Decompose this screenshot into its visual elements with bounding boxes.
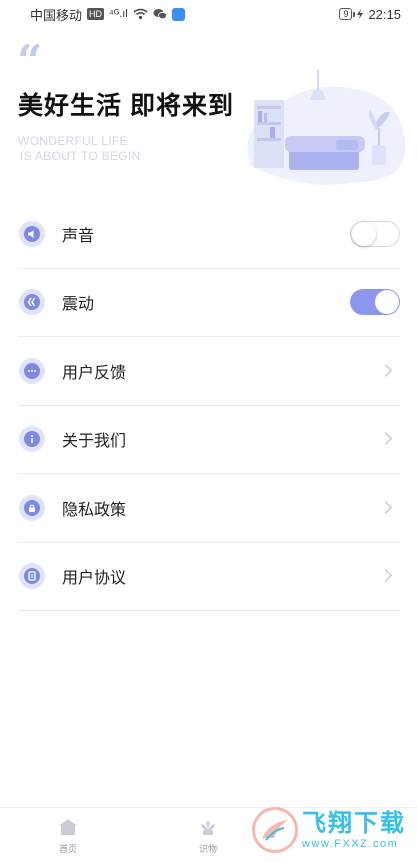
battery-cap <box>353 11 356 17</box>
nav-label-identify: 识物 <box>198 844 217 854</box>
hd-icon: HD <box>87 8 105 20</box>
vibration-toggle-knob <box>375 290 399 315</box>
watermark-url: www.FXXZ.com <box>302 838 399 850</box>
status-time: 22:15 <box>368 6 401 22</box>
watermark-text: 飞翔下载 www.FXXZ.com <box>302 810 406 850</box>
agreement-icon <box>19 563 45 590</box>
feedback-icon <box>19 357 45 384</box>
settings-row-vibration[interactable]: 震动 <box>18 269 400 337</box>
settings-row-sound[interactable]: 声音 <box>18 200 400 269</box>
nav-label-home: 首页 <box>58 844 77 854</box>
chevron-right-icon <box>379 500 392 514</box>
status-bar: 中国移动 HD ⁴ᴳ.ıl 9 22:15 <box>0 0 417 28</box>
wifi-icon <box>133 8 148 20</box>
hero-title: 美好生活 即将来到 <box>18 92 234 120</box>
vibration-label: 震动 <box>62 296 95 314</box>
hero-subtitle-line2: IS ABOUT TO BEGIN <box>20 149 141 163</box>
nav-item-home[interactable]: 首页 <box>38 816 98 855</box>
sound-toggle[interactable] <box>350 220 400 247</box>
watermark-logo <box>252 807 298 853</box>
battery-level: 9 <box>343 9 349 19</box>
hero-banner: “ 美好生活 即将来到 WONDERFUL LIFE IS ABOUT TO B… <box>0 28 417 198</box>
chevron-right-icon <box>379 363 392 377</box>
vibration-toggle[interactable] <box>350 289 400 316</box>
privacy-icon <box>19 494 45 521</box>
status-left: 中国移动 HD ⁴ᴳ.ıl <box>30 5 185 24</box>
home-icon <box>57 816 79 838</box>
battery-icon: 9 <box>339 8 353 20</box>
sound-toggle-knob <box>352 221 376 246</box>
settings-row-privacy[interactable]: 隐私政策 <box>18 474 400 543</box>
status-right: 9 22:15 <box>339 7 401 22</box>
app-notification-icon <box>171 7 185 21</box>
about-label: 关于我们 <box>62 433 127 451</box>
watermark-brand: 飞翔下载 <box>302 810 406 837</box>
sound-icon <box>19 220 45 247</box>
settings-list: 声音 震动 用户反馈 关于我们 隐私政策 用户协议 <box>18 200 400 611</box>
privacy-label: 隐私政策 <box>62 501 127 519</box>
carrier-name: 中国移动 <box>30 7 83 23</box>
vibration-icon <box>19 289 45 316</box>
sound-label: 声音 <box>62 227 95 245</box>
hero-subtitle: WONDERFUL LIFE IS ABOUT TO BEGIN <box>18 134 140 164</box>
watermark: 飞翔下载 www.FXXZ.com <box>252 800 412 860</box>
quote-icon: “ <box>17 36 43 87</box>
charging-icon <box>357 9 364 19</box>
feedback-label: 用户反馈 <box>62 364 127 382</box>
settings-row-about[interactable]: 关于我们 <box>18 406 400 474</box>
chevron-right-icon <box>379 569 392 583</box>
agreement-label: 用户协议 <box>62 570 127 588</box>
chevron-right-icon <box>379 432 392 446</box>
wechat-icon <box>153 9 167 20</box>
identify-icon <box>197 816 219 838</box>
settings-row-feedback[interactable]: 用户反馈 <box>18 337 400 406</box>
hero-subtitle-line1: WONDERFUL LIFE <box>18 134 128 148</box>
signal-icon: ⁴ᴳ.ıl <box>109 8 128 20</box>
living-room-illustration <box>247 70 406 185</box>
nav-item-identify[interactable]: 识物 <box>178 816 238 855</box>
info-icon <box>19 426 45 453</box>
settings-row-agreement[interactable]: 用户协议 <box>18 543 400 611</box>
